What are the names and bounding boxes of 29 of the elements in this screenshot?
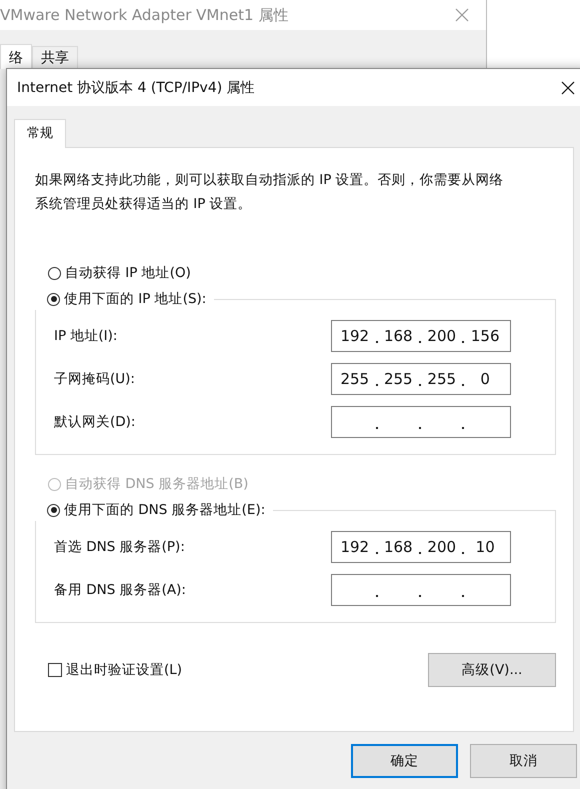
radio-button[interactable]	[47, 292, 60, 306]
description-text: 如果网络支持此功能，则可以获取自动指派的 IP 设置。否则，你需要从网络系统管理员处获得适当的 IP 设置。	[35, 171, 505, 214]
advanced-button[interactable]: 高级(V)...	[428, 653, 556, 687]
cancel-button[interactable]: 取消	[470, 744, 577, 778]
field-label: 首选 DNS 服务器(P):	[54, 538, 185, 556]
radio-label: 使用下面的 DNS 服务器地址(E):	[64, 501, 266, 519]
ip-address-field[interactable]: 192 168 200 10	[331, 530, 511, 562]
checkbox[interactable]	[48, 663, 62, 677]
ip-address-field[interactable]: 255 255 255 0	[331, 362, 511, 394]
ip-address-field[interactable]	[331, 406, 511, 438]
tab[interactable]: 络	[0, 44, 32, 69]
radio-button[interactable]	[48, 266, 61, 280]
ok-button[interactable]: 确定	[351, 744, 458, 778]
radio-label: 自动获得 DNS 服务器地址(B)	[65, 475, 248, 493]
checkbox-label: 退出时验证设置(L)	[66, 661, 182, 679]
tab[interactable]: 常规	[14, 119, 66, 148]
window-title: VMware Network Adapter VMnet1 属性	[0, 6, 288, 24]
ip-address-field[interactable]: 192 168 200 156	[331, 320, 511, 352]
field-label: 默认网关(D):	[54, 412, 136, 430]
window-title: Internet 协议版本 4 (TCP/IPv4) 属性	[17, 78, 255, 96]
radio-label: 使用下面的 IP 地址(S):	[64, 290, 206, 308]
close-icon[interactable]	[561, 80, 575, 94]
field-label: IP 地址(I):	[54, 326, 118, 344]
radio-button[interactable]	[47, 504, 60, 516]
ip-address-field[interactable]	[331, 574, 511, 606]
radio-label: 自动获得 IP 地址(O)	[65, 264, 191, 282]
tab[interactable]: 共享	[32, 46, 78, 69]
field-label: 子网掩码(U):	[54, 370, 135, 388]
field-label: 备用 DNS 服务器(A):	[54, 580, 186, 598]
